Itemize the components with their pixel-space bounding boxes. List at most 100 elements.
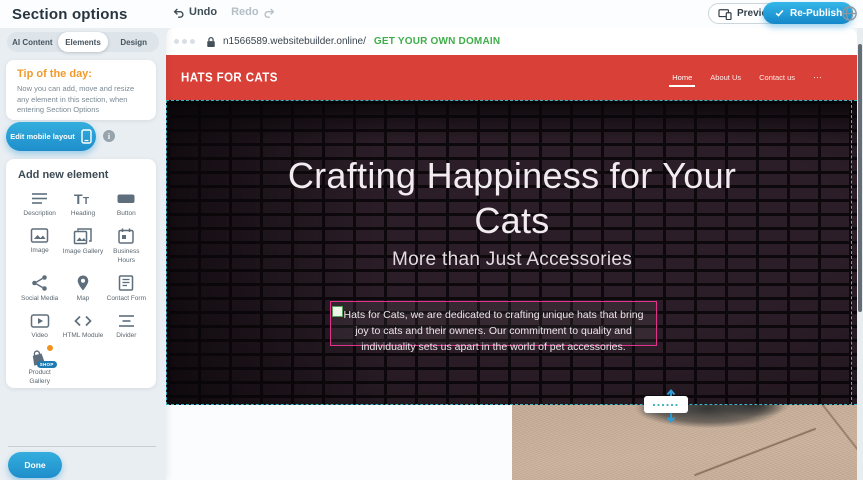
site-preview: n1566589.websitebuilder.online/ GET YOUR… <box>166 28 857 480</box>
browser-dot <box>182 39 187 44</box>
calendar-icon <box>117 227 135 245</box>
grid-spacer <box>61 349 104 386</box>
info-icon[interactable]: i <box>103 130 115 142</box>
undo-label: Undo <box>189 6 217 18</box>
add-new-element-panel: Add new element Description TT Heading B… <box>6 159 156 388</box>
svg-text:T: T <box>83 196 89 207</box>
svg-text:T: T <box>74 191 83 207</box>
devices-icon <box>718 8 732 20</box>
hero-section-selected[interactable]: Crafting Happiness for Your Cats More th… <box>166 100 857 405</box>
redo-icon <box>263 7 276 18</box>
tip-body: Now you can add, move and resize any ele… <box>17 84 145 116</box>
shop-badge-label: SHOP <box>37 361 57 368</box>
video-icon <box>30 313 50 329</box>
shop-badge-dot <box>46 344 54 352</box>
element-label: Image <box>31 247 49 255</box>
cat-photo <box>512 405 857 480</box>
element-item-social-media[interactable]: Social Media <box>18 274 61 303</box>
heading-icon: TT <box>73 190 92 207</box>
code-icon <box>73 313 93 329</box>
nav-item-about[interactable]: About Us <box>710 67 741 88</box>
element-item-contact-form[interactable]: Contact Form <box>105 274 148 303</box>
element-item-video[interactable]: Video <box>18 313 61 340</box>
element-item-html-module[interactable]: HTML Module <box>61 313 104 340</box>
tip-of-the-day-card: Tip of the day: Now you can add, move an… <box>6 60 156 120</box>
globe-icon <box>841 5 858 22</box>
site-url: n1566589.websitebuilder.online/ <box>223 36 366 47</box>
site-header: HATS FOR CATS Home About Us Contact us ⋯ <box>166 55 857 100</box>
section-outline-right <box>851 100 852 405</box>
grid-spacer <box>105 349 148 386</box>
tip-title: Tip of the day: <box>17 68 145 80</box>
next-section[interactable] <box>166 405 857 480</box>
element-item-heading[interactable]: TT Heading <box>61 190 104 218</box>
element-item-image-gallery[interactable]: Image Gallery <box>61 227 104 265</box>
nav-item-contact[interactable]: Contact us <box>759 67 795 88</box>
element-item-divider[interactable]: Divider <box>105 313 148 340</box>
nav-item-home[interactable]: Home <box>672 67 692 88</box>
site-logo[interactable]: HATS FOR CATS <box>181 71 278 85</box>
pavement-crack <box>694 428 816 476</box>
image-icon <box>30 227 49 244</box>
undo-icon <box>172 7 185 18</box>
scrollbar-thumb[interactable] <box>858 44 862 312</box>
phone-icon <box>81 129 92 144</box>
hero-heading[interactable]: Crafting Happiness for Your Cats <box>272 153 752 243</box>
element-item-map[interactable]: Map <box>61 274 104 303</box>
browser-dot <box>174 39 179 44</box>
element-label: Heading <box>71 210 95 218</box>
browser-dots <box>174 39 195 44</box>
edit-mobile-layout-button[interactable]: Edit mobile layout <box>6 122 96 151</box>
element-item-button[interactable]: Button <box>105 190 148 218</box>
element-grid: Description TT Heading Button Image Imag… <box>18 190 148 386</box>
element-item-business-hours[interactable]: Business Hours <box>105 227 148 265</box>
lock-icon <box>206 36 216 48</box>
top-bar: Section options Undo Redo Preview Re-Pub… <box>0 0 863 28</box>
element-label: Social Media <box>21 295 58 303</box>
element-drag-handle[interactable] <box>332 306 343 317</box>
form-icon <box>117 274 135 292</box>
nav-more-icon[interactable]: ⋯ <box>813 72 823 83</box>
hero-subheading[interactable]: More than Just Accessories <box>167 249 857 271</box>
element-label: Product Gallery <box>18 369 61 386</box>
check-icon <box>774 8 785 18</box>
element-label: Description <box>23 210 56 218</box>
element-label: Contact Form <box>107 295 146 303</box>
tab-ai-content[interactable]: AI Content <box>7 32 58 52</box>
get-domain-link[interactable]: GET YOUR OWN DOMAIN <box>374 36 500 47</box>
browser-dot <box>190 39 195 44</box>
sidebar-tabs: AI Content Elements Design <box>7 32 159 52</box>
language-globe-button[interactable] <box>840 4 859 23</box>
tab-design[interactable]: Design <box>108 32 159 52</box>
hero-description-text: Hats for Cats, we are dedicated to craft… <box>339 308 648 355</box>
element-label: Video <box>31 332 48 340</box>
grip-dots-icon <box>653 404 679 406</box>
element-item-description[interactable]: Description <box>18 190 61 218</box>
page-title: Section options <box>12 6 128 23</box>
browser-bar: n1566589.websitebuilder.online/ GET YOUR… <box>166 28 857 55</box>
undo-button[interactable]: Undo <box>172 6 217 18</box>
edit-mobile-label: Edit mobile layout <box>10 132 75 141</box>
redo-label: Redo <box>231 6 259 18</box>
redo-button[interactable]: Redo <box>231 6 276 18</box>
image-gallery-icon <box>73 227 93 245</box>
pavement-crack <box>819 405 857 464</box>
element-label: Image Gallery <box>63 248 103 256</box>
preview-scrollbar[interactable] <box>857 28 863 480</box>
element-label: Divider <box>116 332 136 340</box>
undo-redo-group: Undo Redo <box>172 6 276 18</box>
site-nav: Home About Us Contact us ⋯ <box>672 55 823 100</box>
element-item-product-gallery[interactable]: SHOP Product Gallery <box>18 349 61 386</box>
sidebar-divider <box>8 446 156 447</box>
editor-canvas: Section options Undo Redo Preview Re-Pub… <box>0 0 863 480</box>
section-resize-handle[interactable] <box>644 396 688 413</box>
shop-icon: SHOP <box>29 349 51 366</box>
tab-elements[interactable]: Elements <box>58 32 109 52</box>
element-item-image[interactable]: Image <box>18 227 61 265</box>
text-lines-icon <box>30 190 49 207</box>
republish-label: Re-Publish <box>790 8 842 19</box>
divider-icon <box>117 313 136 329</box>
hero-description-selected[interactable]: Hats for Cats, we are dedicated to craft… <box>330 301 657 346</box>
button-icon <box>116 190 136 207</box>
done-button[interactable]: Done <box>8 452 62 478</box>
